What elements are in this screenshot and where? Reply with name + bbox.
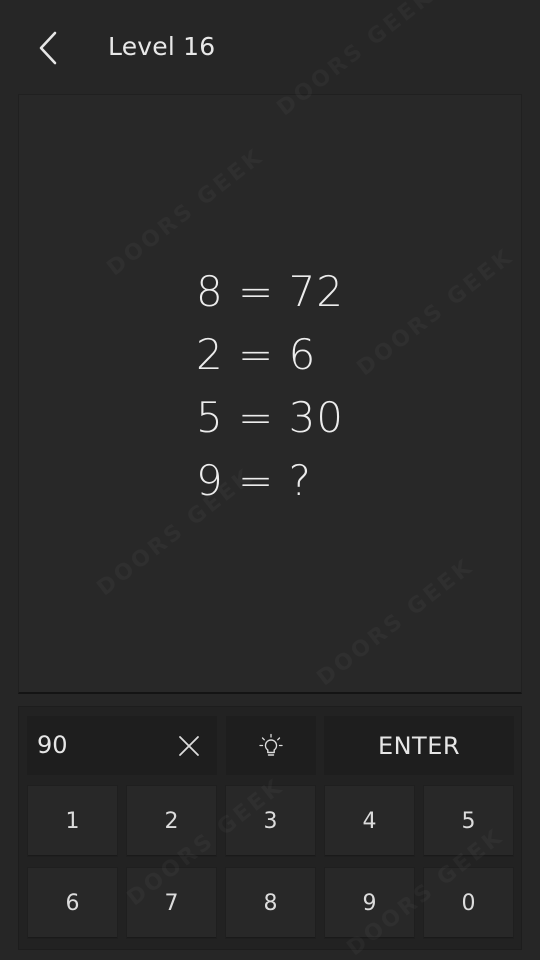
puzzle-panel: 8 = 72 2 = 6 5 = 30 9 = ? xyxy=(18,94,522,694)
close-icon xyxy=(179,736,199,756)
equation-question: 9 = ? xyxy=(195,455,312,505)
header: Level 16 xyxy=(0,0,540,94)
equation-line: 2 = 6 xyxy=(195,329,317,379)
key-1[interactable]: 1 xyxy=(27,785,118,857)
equation-line: 8 = 72 xyxy=(195,266,345,316)
answer-field[interactable]: 90 xyxy=(27,716,217,775)
chevron-left-icon xyxy=(39,31,57,65)
equation-list: 8 = 72 2 = 6 5 = 30 9 = ? xyxy=(196,260,344,512)
hint-button[interactable] xyxy=(226,716,316,775)
key-5[interactable]: 5 xyxy=(423,785,514,857)
clear-button[interactable] xyxy=(173,730,205,762)
lightbulb-icon xyxy=(259,733,283,756)
key-8[interactable]: 8 xyxy=(225,867,316,939)
number-keypad: 1 2 3 4 5 6 7 8 9 0 xyxy=(27,785,515,941)
key-3[interactable]: 3 xyxy=(225,785,316,857)
key-9[interactable]: 9 xyxy=(324,867,415,939)
key-2[interactable]: 2 xyxy=(126,785,217,857)
answer-value: 90 xyxy=(37,731,68,759)
game-screen: Level 16 8 = 72 2 = 6 5 = 30 9 = ? 90 EN… xyxy=(0,0,540,960)
equation-line: 5 = 30 xyxy=(195,392,345,442)
back-button[interactable] xyxy=(26,26,70,70)
key-4[interactable]: 4 xyxy=(324,785,415,857)
key-6[interactable]: 6 xyxy=(27,867,118,939)
key-7[interactable]: 7 xyxy=(126,867,217,939)
level-title: Level 16 xyxy=(108,32,216,61)
key-0[interactable]: 0 xyxy=(423,867,514,939)
input-panel: 90 ENTER 1 2 3 4 5 6 7 8 9 0 xyxy=(18,706,522,950)
enter-button[interactable]: ENTER xyxy=(324,716,514,775)
